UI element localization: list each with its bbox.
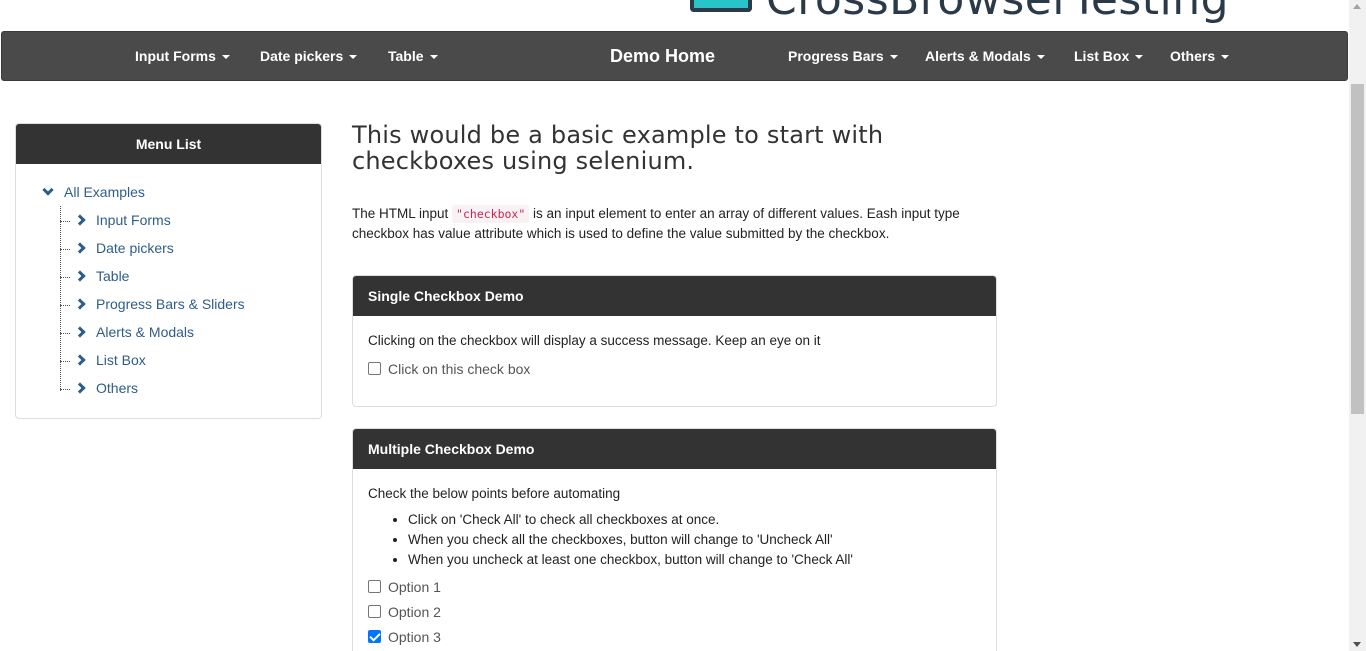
nav-label: Progress Bars: [788, 48, 884, 64]
tree-item-label: Date pickers: [96, 240, 174, 256]
instruction-list: Click on 'Check All' to check all checkb…: [408, 510, 981, 570]
tree-branch: [60, 248, 70, 250]
scroll-thumb[interactable]: [1351, 84, 1364, 414]
intro-text-before: The HTML input: [352, 206, 453, 221]
nav-label: Others: [1170, 48, 1216, 64]
tree-item-table[interactable]: Table: [60, 268, 129, 288]
checkbox-box[interactable]: [368, 605, 381, 618]
nav-list-box[interactable]: List Box: [1074, 32, 1144, 80]
tree-item-label: Table: [96, 268, 130, 284]
nav-label: List Box: [1074, 48, 1130, 64]
page-scrollbar[interactable]: [1349, 0, 1366, 651]
chevron-right-icon: [74, 382, 86, 394]
nav-label: Alerts & Modals: [925, 48, 1031, 64]
nav-alerts-modals[interactable]: Alerts & Modals: [925, 32, 1045, 80]
option-2-checkbox[interactable]: Option 2: [368, 599, 981, 624]
tree-item-label: Input Forms: [96, 212, 171, 228]
tree-item-alerts-modals[interactable]: Alerts & Modals: [60, 324, 194, 344]
tree-branch: [60, 220, 70, 222]
chevron-down-icon: [42, 184, 54, 196]
nav-input-forms[interactable]: Input Forms: [135, 32, 230, 80]
chevron-right-icon: [74, 270, 86, 282]
nav-demo-home[interactable]: Demo Home: [610, 32, 715, 80]
caret-down-icon: [1221, 55, 1230, 60]
chevron-right-icon: [74, 214, 86, 226]
chevron-right-icon: [74, 326, 86, 338]
nav-date-pickers[interactable]: Date pickers: [260, 32, 358, 80]
tree-item-others[interactable]: Others: [60, 380, 138, 400]
caret-down-icon: [1036, 55, 1045, 60]
tree-branch: [60, 304, 70, 306]
tree-item-label: Progress Bars & Sliders: [96, 296, 245, 312]
caret-down-icon: [221, 55, 230, 60]
tree-item-date-pickers[interactable]: Date pickers: [60, 240, 174, 260]
checkbox-label: Option 2: [388, 603, 441, 620]
top-navbar: Input Forms Date pickers Table Demo Home…: [1, 31, 1348, 81]
multiple-checkbox-panel: Multiple Checkbox Demo Check the below p…: [352, 428, 997, 651]
tree-branch: [60, 388, 70, 390]
nav-others[interactable]: Others: [1170, 32, 1230, 80]
checkbox-label: Click on this check box: [388, 360, 531, 377]
checkbox-label: Option 3: [388, 628, 441, 645]
checkbox-label: Option 1: [388, 578, 441, 595]
chevron-right-icon: [74, 298, 86, 310]
tree-branch: [60, 360, 70, 362]
checkbox-box[interactable]: [368, 362, 381, 375]
option-3-checkbox[interactable]: Option 3: [368, 624, 981, 649]
nav-progress-bars[interactable]: Progress Bars: [788, 32, 898, 80]
panel-header: Single Checkbox Demo: [353, 276, 996, 316]
caret-down-icon: [1135, 55, 1144, 60]
checkbox-box[interactable]: [368, 630, 381, 643]
nav-label: Date pickers: [260, 48, 344, 64]
tree-branch: [60, 332, 70, 334]
checkbox-box[interactable]: [368, 580, 381, 593]
tree-item-progress-bars-sliders[interactable]: Progress Bars & Sliders: [60, 296, 245, 316]
scroll-up-arrow-icon[interactable]: [1353, 4, 1361, 9]
nav-label: Input Forms: [135, 48, 216, 64]
scroll-down-arrow-icon[interactable]: [1353, 642, 1361, 647]
single-checkbox-panel: Single Checkbox Demo Clicking on the che…: [352, 275, 997, 407]
chevron-right-icon: [74, 354, 86, 366]
tree-item-input-forms[interactable]: Input Forms: [60, 212, 171, 232]
tree-root-all-examples[interactable]: All Examples: [42, 184, 145, 200]
list-item: When you check all the checkboxes, butto…: [408, 530, 981, 550]
list-item: Click on 'Check All' to check all checkb…: [408, 510, 981, 530]
menu-list-sidebar: Menu List All Examples Input Forms Date …: [15, 123, 322, 419]
logo-strip: CrossBrowserTesting: [0, 0, 1349, 31]
tree-branch: [60, 276, 70, 278]
intro-paragraph: The HTML input "checkbox" is an input el…: [352, 204, 992, 244]
tree-item-label: List Box: [96, 352, 146, 368]
caret-down-icon: [349, 55, 358, 60]
panel-description: Clicking on the checkbox will display a …: [368, 333, 821, 348]
chevron-right-icon: [74, 242, 86, 254]
sidebar-title: Menu List: [16, 124, 321, 164]
panel-body: Clicking on the checkbox will display a …: [353, 316, 996, 396]
page-title: This would be a basic example to start w…: [352, 121, 884, 175]
tree-root-label: All Examples: [64, 184, 145, 200]
caret-down-icon: [889, 55, 898, 60]
panel-description: Check the below points before automating: [368, 486, 621, 501]
nav-table[interactable]: Table: [388, 32, 438, 80]
tree-item-label: Alerts & Modals: [96, 324, 195, 340]
tree-item-list-box[interactable]: List Box: [60, 352, 146, 372]
list-item: When you uncheck at least one checkbox, …: [408, 550, 981, 570]
option-1-checkbox[interactable]: Option 1: [368, 574, 981, 599]
intro-code: "checkbox": [452, 205, 530, 223]
single-checkbox[interactable]: Click on this check box: [368, 356, 981, 381]
logo-text: CrossBrowserTesting: [766, 0, 1229, 25]
logo-icon: [690, 0, 752, 12]
panel-header: Multiple Checkbox Demo: [353, 429, 996, 469]
nav-label: Table: [388, 48, 424, 64]
panel-body: Check the below points before automating…: [353, 469, 996, 651]
tree-item-label: Others: [96, 380, 139, 396]
caret-down-icon: [429, 55, 438, 60]
